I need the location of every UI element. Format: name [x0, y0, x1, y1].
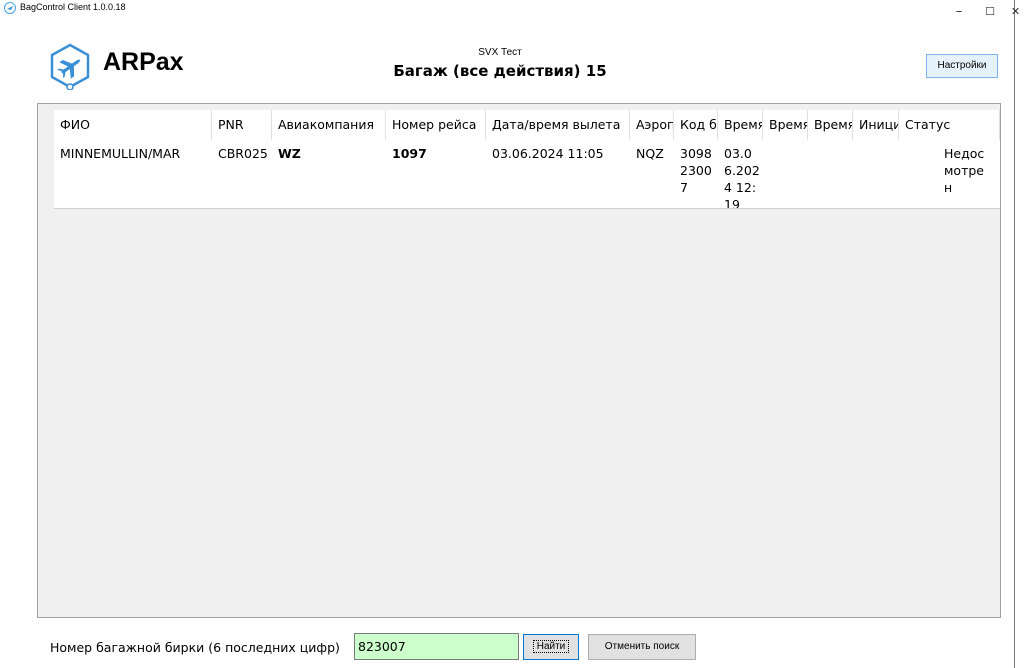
- logo: ARPax: [48, 40, 198, 96]
- bag-tag-input[interactable]: [354, 633, 519, 660]
- cell-time-1: 03.06.2024 12:19: [724, 146, 760, 208]
- find-button[interactable]: Найти: [523, 634, 579, 660]
- table-header: ФИО PNR Авиакомпания Номер рейса Дата/вр…: [54, 110, 1000, 140]
- cell-departure: 03.06.2024 11:05: [492, 146, 604, 161]
- baggage-table[interactable]: ФИО PNR Авиакомпания Номер рейса Дата/вр…: [37, 103, 1001, 618]
- cell-time-3: [808, 140, 853, 208]
- page-title: Багаж (все действия) 15: [393, 62, 607, 80]
- column-header-status[interactable]: Статус: [899, 110, 1000, 140]
- cell-bag-code: 309823007: [680, 146, 712, 195]
- cell-name: MINNEMULLIN/MAR: [60, 146, 181, 161]
- settings-button[interactable]: Настройки: [926, 54, 998, 78]
- column-header-departure[interactable]: Дата/время вылета: [486, 110, 630, 140]
- cell-pnr: CBR025: [218, 146, 268, 161]
- column-header-name[interactable]: ФИО: [54, 110, 212, 140]
- cancel-search-button[interactable]: Отменить поиск: [588, 634, 696, 660]
- cell-airport: NQZ: [636, 146, 664, 161]
- column-header-bag-code[interactable]: Код б: [674, 110, 718, 140]
- cell-initiator: [853, 140, 899, 208]
- column-header-airport[interactable]: Аэроп: [630, 110, 674, 140]
- column-header-initiator[interactable]: Иници: [853, 110, 899, 140]
- column-header-airline[interactable]: Авиакомпания: [272, 110, 386, 140]
- cell-time-2: [763, 140, 808, 208]
- close-button[interactable]: ✕: [1006, 0, 1025, 24]
- maximize-button[interactable]: ☐: [975, 0, 1005, 24]
- find-button-label: Найти: [532, 640, 570, 653]
- column-header-flight[interactable]: Номер рейса: [386, 110, 486, 140]
- minimize-button[interactable]: –: [944, 0, 974, 24]
- column-header-time-1[interactable]: Время: [718, 110, 763, 140]
- table-row[interactable]: MINNEMULLIN/MAR CBR025 WZ 1097 03.06.202…: [54, 140, 1000, 209]
- cell-status: Недосмотрен: [944, 146, 985, 195]
- cell-flight: 1097: [392, 146, 427, 161]
- title-bar: BagControl Client 1.0.0.18 – ☐ ✕: [0, 0, 1025, 30]
- airplane-hexagon-icon: [50, 43, 90, 90]
- column-header-pnr[interactable]: PNR: [212, 110, 272, 140]
- column-header-time-2[interactable]: Время: [763, 110, 808, 140]
- logo-text: ARPax: [103, 48, 184, 76]
- bag-tag-label: Номер багажной бирки (6 последних цифр): [50, 640, 340, 655]
- column-header-time-3[interactable]: Время: [808, 110, 853, 140]
- app-icon: [4, 2, 16, 14]
- environment-subtitle: SVX Тест: [478, 47, 522, 58]
- window-title: BagControl Client 1.0.0.18: [20, 2, 126, 12]
- cell-airline: WZ: [278, 146, 301, 161]
